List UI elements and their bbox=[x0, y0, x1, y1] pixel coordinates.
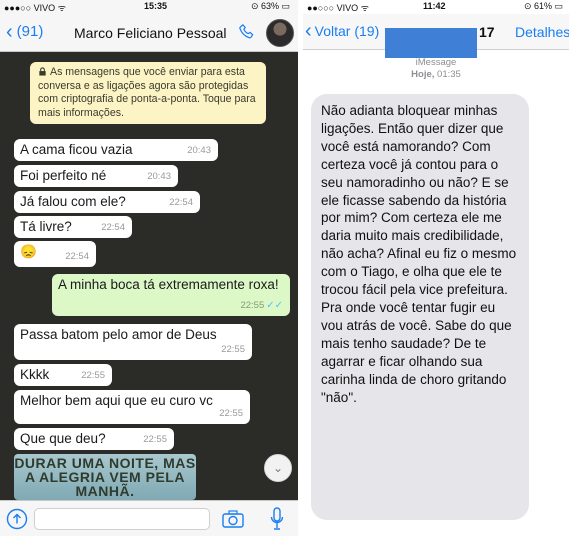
message-time: 20:43 bbox=[187, 145, 211, 156]
wa-clock: 15:35 bbox=[144, 1, 168, 11]
share-icon[interactable] bbox=[6, 508, 28, 530]
message-time: 22:55 bbox=[219, 408, 243, 419]
im-carrier: ●●○○○ VIVO ᯤ bbox=[307, 3, 369, 13]
message-bubble[interactable]: Kkkk 22:55 bbox=[14, 364, 112, 386]
message-input[interactable] bbox=[34, 508, 210, 530]
message-bubble[interactable]: Que que deu? 22:55 bbox=[14, 428, 174, 450]
message-time: 22:55 bbox=[221, 344, 245, 355]
lock-icon bbox=[39, 67, 46, 76]
im-clock: 11:42 bbox=[423, 1, 446, 11]
chevron-left-icon: ‹ bbox=[6, 20, 13, 43]
message-bubble[interactable]: A cama ficou vazia 20:43 bbox=[14, 139, 218, 161]
im-back-button[interactable]: ‹ Voltar (19) bbox=[305, 20, 380, 42]
image-caption: DURAR UMA NOITE, MAS A ALEGRIA VEM PELA … bbox=[14, 455, 196, 499]
message-time: 20:43 bbox=[147, 171, 171, 182]
redaction-box bbox=[385, 28, 477, 58]
message-time: 22:54 bbox=[101, 222, 125, 233]
image-message[interactable]: DURAR UMA NOITE, MAS A ALEGRIA VEM PELA … bbox=[14, 454, 196, 500]
im-back-label: Voltar (19) bbox=[314, 23, 380, 39]
avatar[interactable] bbox=[266, 19, 294, 47]
message-bubble[interactable]: Melhor bem aqui que eu curo vc 22:55 bbox=[14, 390, 250, 424]
message-time: 22:54 bbox=[169, 197, 193, 208]
im-timestamp-header: iMessage Hoje, 01:35 bbox=[303, 57, 569, 81]
message-text: Não adianta bloquear minhas ligações. En… bbox=[321, 103, 517, 405]
outgoing-message-bubble[interactable]: A minha boca tá extremamente roxa! 22:55… bbox=[52, 274, 290, 316]
im-battery: ⊙ 61% ▭ bbox=[523, 1, 563, 11]
wa-contact-name[interactable]: Marco Feliciano Pessoal bbox=[74, 25, 227, 41]
im-status-bar: ●●○○○ VIVO ᯤ 11:42 ⊙ 61% ▭ bbox=[303, 0, 569, 14]
message-bubble[interactable]: Tá livre? 22:54 bbox=[14, 216, 132, 238]
im-contact-name[interactable]: 17 bbox=[479, 24, 495, 40]
wa-composer-bar bbox=[0, 500, 298, 536]
message-text: A cama ficou vazia bbox=[20, 142, 133, 157]
camera-icon[interactable] bbox=[222, 509, 244, 529]
message-time: 22:55 bbox=[81, 370, 105, 381]
message-text: Melhor bem aqui que eu curo vc bbox=[20, 393, 213, 408]
incoming-message-bubble[interactable]: Não adianta bloquear minhas ligações. En… bbox=[311, 94, 529, 520]
message-bubble[interactable]: Já falou com ele? 22:54 bbox=[14, 191, 200, 213]
message-time: 22:55 bbox=[143, 434, 167, 445]
wa-back-label: (91) bbox=[16, 23, 44, 40]
phone-icon[interactable] bbox=[238, 23, 256, 41]
message-bubble[interactable]: 😞 22:54 bbox=[14, 241, 96, 267]
message-text: Já falou com ele? bbox=[20, 194, 126, 209]
microphone-icon[interactable] bbox=[270, 507, 284, 531]
message-text: Passa batom pelo amor de Deus bbox=[20, 327, 217, 342]
sad-face-emoji: 😞 bbox=[20, 244, 37, 259]
chevron-left-icon: ‹ bbox=[305, 20, 312, 42]
encryption-notice-text: As mensagens que você enviar para esta c… bbox=[38, 66, 256, 119]
im-day-label: Hoje, bbox=[411, 69, 435, 80]
message-text: Foi perfeito né bbox=[20, 168, 107, 183]
message-time: 22:55 ✓✓ bbox=[240, 300, 283, 311]
wa-message-list[interactable]: As mensagens que você enviar para esta c… bbox=[0, 52, 298, 500]
imessage-screenshot: ●●○○○ VIVO ᯤ 11:42 ⊙ 61% ▭ ‹ Voltar (19)… bbox=[303, 0, 569, 536]
im-service-label: iMessage bbox=[415, 57, 457, 68]
message-text: Que que deu? bbox=[20, 431, 106, 446]
chevron-down-icon: ⌄ bbox=[272, 461, 284, 475]
wa-status-bar: ●●●○○ VIVO ᯤ 15:35 ⊙ 63% ▭ bbox=[0, 0, 298, 14]
wa-back-button[interactable]: ‹ (91) bbox=[6, 20, 44, 43]
scroll-down-button[interactable]: ⌄ bbox=[264, 454, 292, 482]
message-bubble[interactable]: Foi perfeito né 20:43 bbox=[14, 165, 178, 187]
details-button[interactable]: Detalhes bbox=[515, 24, 569, 40]
wa-carrier: ●●●○○ VIVO ᯤ bbox=[4, 3, 66, 13]
message-text: Kkkk bbox=[20, 367, 50, 382]
whatsapp-screenshot: ●●●○○ VIVO ᯤ 15:35 ⊙ 63% ▭ ‹ (91) Marco … bbox=[0, 0, 298, 536]
message-text: A minha boca tá extremamente roxa! bbox=[58, 277, 279, 292]
message-text: Tá livre? bbox=[20, 219, 72, 234]
read-receipt-icon: ✓✓ bbox=[266, 300, 283, 311]
im-chat-header: ‹ Voltar (19) 17 Detalhes bbox=[303, 14, 569, 58]
wa-chat-header: ‹ (91) Marco Feliciano Pessoal bbox=[0, 14, 298, 52]
encryption-notice[interactable]: As mensagens que você enviar para esta c… bbox=[30, 62, 266, 124]
im-time-label: 01:35 bbox=[437, 69, 461, 80]
message-time: 22:54 bbox=[65, 251, 89, 262]
wa-battery: ⊙ 63% ▭ bbox=[250, 1, 290, 11]
message-bubble[interactable]: Passa batom pelo amor de Deus 22:55 bbox=[14, 324, 252, 360]
